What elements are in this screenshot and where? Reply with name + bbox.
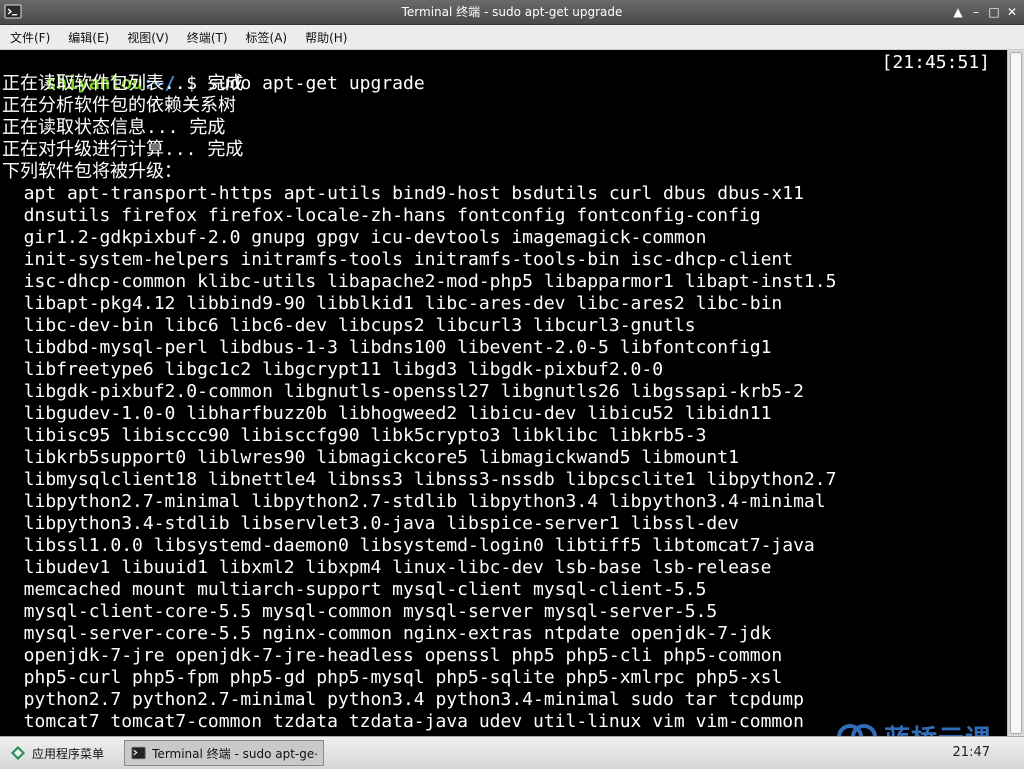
terminal-output-line: php5-curl php5-fpm php5-gd php5-mysql ph… <box>2 667 783 688</box>
minimize-icon[interactable]: – <box>968 3 984 21</box>
terminal-task-icon <box>131 746 146 760</box>
scrollbar-thumb[interactable] <box>1010 52 1022 734</box>
window-titlebar[interactable]: Terminal 终端 - sudo apt-get upgrade ▲ – □… <box>0 0 1024 25</box>
terminal-output-line: libgudev-1.0-0 libharfbuzz0b libhogweed2… <box>2 403 772 424</box>
terminal-output-line: python2.7 python2.7-minimal python3.4 py… <box>2 689 804 710</box>
menu-file[interactable]: 文件(F) <box>0 29 58 46</box>
terminal-output-line: libkrb5support0 liblwres90 libmagickcore… <box>2 447 739 468</box>
terminal-output-line: libpython2.7-minimal libpython2.7-stdlib… <box>2 491 826 512</box>
taskbar-clock: 21:47 <box>952 745 990 760</box>
taskbar-terminal-label: Terminal 终端 - sudo apt-ge⋯ <box>152 746 317 761</box>
menu-view[interactable]: 视图(V) <box>117 29 177 46</box>
menu-help[interactable]: 帮助(H) <box>295 29 355 46</box>
menu-terminal[interactable]: 终端(T) <box>177 29 236 46</box>
terminal-output-line: 正在读取状态信息... 完成 <box>2 117 226 138</box>
window-title: Terminal 终端 - sudo apt-get upgrade <box>401 5 623 19</box>
terminal-output-line: libfreetype6 libgc1c2 libgcrypt11 libgd3… <box>2 359 664 380</box>
applications-menu-icon <box>11 746 25 760</box>
window-controls: ▲ – □ ✕ <box>950 3 1020 21</box>
terminal-output-line: libc-dev-bin libc6 libc6-dev libcups2 li… <box>2 315 696 336</box>
terminal-output-line: libisc95 libisccc90 libisccfg90 libk5cry… <box>2 425 707 446</box>
maximize-icon[interactable]: □ <box>986 3 1002 21</box>
terminal-output-line: tomcat7 tomcat7-common tzdata tzdata-jav… <box>2 711 804 732</box>
taskbar: 应用程序菜单 Terminal 终端 - sudo apt-ge⋯ 21:47 <box>0 736 1024 769</box>
terminal-output-line: libudev1 libuuid1 libxml2 libxpm4 linux-… <box>2 557 772 578</box>
menu-bar: 文件(F) 编辑(E) 视图(V) 终端(T) 标签(A) 帮助(H) <box>0 25 1024 50</box>
applications-menu-label: 应用程序菜单 <box>32 746 105 761</box>
terminal-output-line: gir1.2-gdkpixbuf-2.0 gnupg gpgv icu-devt… <box>2 227 707 248</box>
terminal-output-line: 正在分析软件包的依赖关系树 <box>2 95 236 116</box>
terminal-output-line: openjdk-7-jre openjdk-7-jre-headless ope… <box>2 645 783 666</box>
menu-edit[interactable]: 编辑(E) <box>58 29 117 46</box>
terminal-output-line: 正在对升级进行计算... 完成 <box>2 139 244 160</box>
terminal-output-line: apt apt-transport-https apt-utils bind9-… <box>2 183 804 204</box>
terminal-output[interactable]: shiyanlou:~/ $ sudo apt-get upgrade [21:… <box>0 50 1008 736</box>
taskbar-terminal-item[interactable]: Terminal 终端 - sudo apt-ge⋯ <box>124 740 324 766</box>
shade-icon[interactable]: ▲ <box>950 3 966 21</box>
terminal-output-line: libpython3.4-stdlib libservlet3.0-java l… <box>2 513 739 534</box>
terminal-output-line: 下列软件包将被升级： <box>2 161 182 182</box>
terminal-output-line: mysql-client-core-5.5 mysql-common mysql… <box>2 601 718 622</box>
terminal-output-line: libdbd-mysql-perl libdbus-1-3 libdns100 … <box>2 337 772 358</box>
terminal-scrollbar[interactable] <box>1007 50 1024 736</box>
applications-menu-button[interactable]: 应用程序菜单 <box>4 741 110 765</box>
prompt-timestamp: [21:45:51] <box>881 52 990 73</box>
terminal-output-line: libssl1.0.0 libsystemd-daemon0 libsystem… <box>2 535 815 556</box>
terminal-output-line: 正在读取软件包列表... 完成 <box>2 73 244 94</box>
menu-tabs[interactable]: 标签(A) <box>236 29 296 46</box>
terminal-output-line: libapt-pkg4.12 libbind9-90 libblkid1 lib… <box>2 293 783 314</box>
terminal-output-line: isc-dhcp-common klibc-utils libapache2-m… <box>2 271 837 292</box>
terminal-output-line: dnsutils firefox firefox-locale-zh-hans … <box>2 205 761 226</box>
terminal-output-line: libmysqlclient18 libnettle4 libnss3 libn… <box>2 469 837 490</box>
close-icon[interactable]: ✕ <box>1004 3 1020 21</box>
prompt-line: shiyanlou:~/ $ sudo apt-get upgrade <box>2 51 424 94</box>
terminal-output-line: libgdk-pixbuf2.0-common libgnutls-openss… <box>2 381 804 402</box>
terminal-output-line: init-system-helpers initramfs-tools init… <box>2 249 794 270</box>
terminal-output-line: memcached mount multiarch-support mysql-… <box>2 579 707 600</box>
terminal-output-line: mysql-server-core-5.5 nginx-common nginx… <box>2 623 772 644</box>
